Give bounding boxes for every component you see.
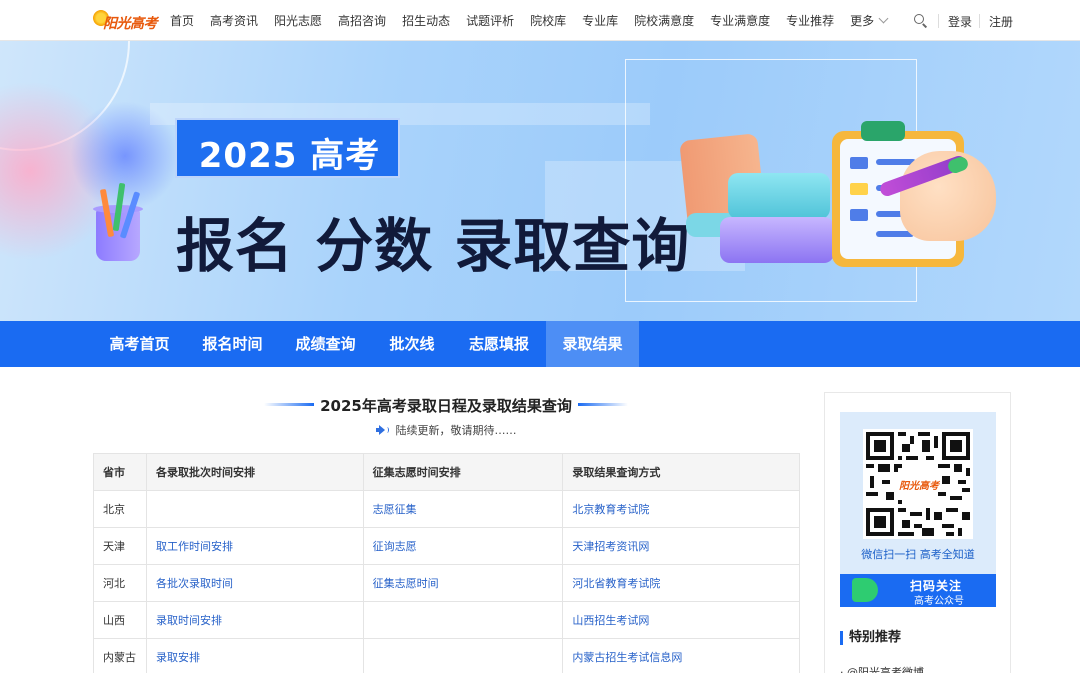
solicitation-link[interactable]: 志愿征集 — [373, 503, 417, 516]
col-header-result-query: 录取结果查询方式 — [562, 453, 800, 491]
table-header-row: 省市 各录取批次时间安排 征集志愿时间安排 录取结果查询方式 — [93, 453, 800, 491]
register-link[interactable]: 注册 — [989, 13, 1013, 30]
nav-item-college-satisfaction[interactable]: 院校满意度 — [634, 12, 694, 29]
batch-link[interactable]: 各批次录取时间 — [156, 577, 233, 590]
nav-item-major-satisfaction[interactable]: 专业满意度 — [710, 12, 770, 29]
col-header-province: 省市 — [93, 453, 147, 491]
batch-link[interactable]: 录取时间安排 — [156, 614, 222, 627]
checkmark-icon — [850, 183, 868, 195]
hero-banner: 2025 高考 报名 分数 录取查询 — [0, 41, 1080, 321]
top-navbar: 阳光高考 首页 高考资讯 阳光志愿 高招咨询 招生动态 试题评析 院校库 专业库… — [0, 0, 1080, 41]
follow-line2: 高考公众号 — [914, 596, 964, 607]
qr-logo-text: 阳光高考 — [899, 481, 939, 492]
section-title: 2025年高考录取日程及录取结果查询 — [320, 397, 572, 415]
nav-more[interactable]: 更多 — [850, 12, 889, 29]
nav-item-exam-analysis[interactable]: 试题评析 — [466, 12, 514, 29]
speaker-icon — [375, 425, 389, 435]
table-row: 内蒙古 录取安排 内蒙古招生考试信息网 — [93, 638, 800, 673]
tab-score-query[interactable]: 成绩查询 — [279, 321, 372, 367]
title-decoration — [578, 403, 628, 406]
book-icon — [720, 217, 834, 263]
nav-item-volunteer[interactable]: 阳光志愿 — [274, 12, 322, 29]
nav-more-label: 更多 — [850, 14, 875, 28]
table-row: 河北 各批次录取时间 征集志愿时间 河北省教育考试院 — [93, 564, 800, 602]
batch-link-cell: 取工作时间安排 — [145, 527, 364, 565]
solicitation-link-cell — [362, 638, 564, 673]
solicitation-link-cell — [362, 601, 564, 639]
tab-gaokao-home[interactable]: 高考首页 — [93, 321, 186, 367]
megaphone-icon — [852, 578, 878, 602]
province-cell: 北京 — [93, 490, 147, 528]
nav-item-news[interactable]: 高考资讯 — [210, 12, 258, 29]
batch-link-cell — [145, 490, 364, 528]
solicitation-link-cell: 征集志愿时间 — [362, 564, 564, 602]
nav-item-consult[interactable]: 高招咨询 — [338, 12, 386, 29]
query-link[interactable]: 北京教育考试院 — [572, 503, 649, 516]
province-cell: 山西 — [93, 601, 147, 639]
book-icon — [728, 173, 830, 219]
main-nav: 首页 高考资讯 阳光志愿 高招咨询 招生动态 试题评析 院校库 专业库 院校满意… — [170, 0, 889, 41]
query-link[interactable]: 内蒙古招生考试信息网 — [572, 651, 682, 664]
solicitation-link[interactable]: 征集志愿时间 — [373, 577, 439, 590]
login-link[interactable]: 登录 — [948, 13, 972, 30]
nav-item-major-recommend[interactable]: 专业推荐 — [786, 12, 834, 29]
province-cell: 内蒙古 — [93, 638, 147, 673]
divider — [979, 14, 980, 28]
nav-item-home[interactable]: 首页 — [170, 12, 194, 29]
banner-headline: 报名 分数 录取查询 — [176, 212, 691, 280]
recommend-item[interactable]: · @阳光高考微博 — [840, 664, 924, 673]
table-row: 天津 取工作时间安排 征询志愿 天津招考资讯网 — [93, 527, 800, 565]
notice-text: 陆续更新，敬请期待…… — [395, 424, 517, 437]
divider — [938, 14, 939, 28]
table-row: 北京 志愿征集 北京教育考试院 — [93, 490, 800, 528]
recommend-title: 特别推荐 — [840, 631, 901, 645]
tab-volunteer-filling[interactable]: 志愿填报 — [452, 321, 546, 367]
batch-link-cell: 各批次录取时间 — [145, 564, 364, 602]
section-tabs: 高考首页 报名时间 成绩查询 批次线 志愿填报 录取结果 — [0, 321, 1080, 367]
nav-item-admissions[interactable]: 招生动态 — [402, 12, 450, 29]
province-cell: 天津 — [93, 527, 147, 565]
sidebar: 阳光高考 微信扫一扫 高考全知道 扫码关注 高考公众号 特别推荐 · @阳光高考… — [824, 392, 1011, 673]
batch-link-cell: 录取时间安排 — [145, 601, 364, 639]
admission-schedule-table: 省市 各录取批次时间安排 征集志愿时间安排 录取结果查询方式 北京 志愿征集 北… — [93, 453, 800, 673]
search-icon[interactable] — [914, 14, 928, 28]
query-link[interactable]: 河北省教育考试院 — [572, 577, 660, 590]
table-row: 山西 录取时间安排 山西招生考试网 — [93, 601, 800, 639]
query-link-cell: 河北省教育考试院 — [562, 564, 800, 602]
province-cell: 河北 — [93, 564, 147, 602]
query-link-cell: 北京教育考试院 — [562, 490, 800, 528]
year-text: 2025 高考 — [198, 136, 381, 176]
solicitation-link[interactable]: 征询志愿 — [373, 540, 417, 553]
qr-caption: 微信扫一扫 高考全知道 — [861, 548, 975, 561]
batch-link[interactable]: 取工作时间安排 — [156, 540, 233, 553]
update-notice: 陆续更新，敬请期待…… — [93, 422, 799, 438]
query-link-cell: 内蒙古招生考试信息网 — [562, 638, 800, 673]
col-header-batch-schedule: 各录取批次时间安排 — [145, 453, 364, 491]
col-header-solicitation-schedule: 征集志愿时间安排 — [362, 453, 564, 491]
nav-item-college-db[interactable]: 院校库 — [530, 12, 566, 29]
tab-batch-line[interactable]: 批次线 — [372, 321, 452, 367]
query-link-cell: 山西招生考试网 — [562, 601, 800, 639]
tab-registration-time[interactable]: 报名时间 — [186, 321, 279, 367]
nav-item-major-db[interactable]: 专业库 — [582, 12, 618, 29]
follow-account-banner[interactable]: 扫码关注 高考公众号 — [840, 574, 996, 607]
logo-text: 阳光高考 — [103, 16, 158, 32]
query-link[interactable]: 天津招考资讯网 — [572, 540, 649, 553]
site-logo[interactable]: 阳光高考 — [93, 10, 158, 32]
year-badge: 2025 高考 — [175, 118, 400, 178]
wechat-qr-panel: 阳光高考 微信扫一扫 高考全知道 扫码关注 高考公众号 — [840, 412, 996, 607]
solicitation-link-cell: 征询志愿 — [362, 527, 564, 565]
batch-link-cell: 录取安排 — [145, 638, 364, 673]
qr-code[interactable]: 阳光高考 — [863, 429, 973, 539]
chevron-down-icon — [878, 13, 889, 24]
batch-link[interactable]: 录取安排 — [156, 651, 200, 664]
solicitation-link-cell: 志愿征集 — [362, 490, 564, 528]
query-link[interactable]: 山西招生考试网 — [572, 614, 649, 627]
tab-admission-results[interactable]: 录取结果 — [546, 321, 639, 367]
query-link-cell: 天津招考资讯网 — [562, 527, 800, 565]
